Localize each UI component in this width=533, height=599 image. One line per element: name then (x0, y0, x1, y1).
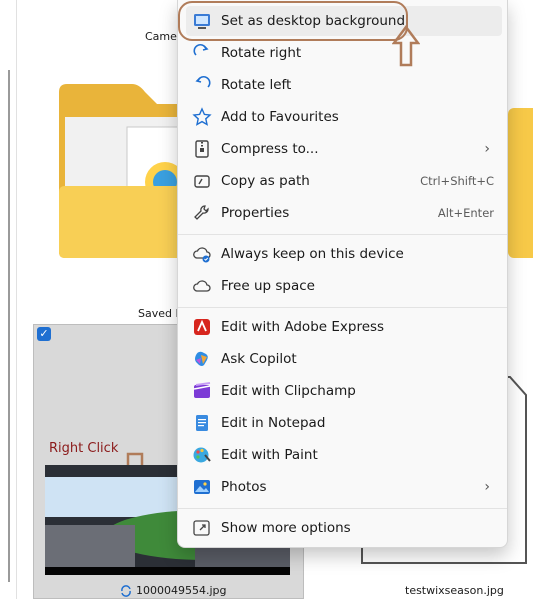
menu-item-free-up-space[interactable]: Free up space (186, 271, 502, 301)
menu-item-properties[interactable]: Properties Alt+Enter (186, 198, 502, 228)
scrollbar[interactable] (8, 70, 10, 582)
menu-item-clipchamp[interactable]: Edit with Clipchamp (186, 376, 502, 406)
menu-item-label: Edit with Paint (221, 447, 318, 463)
menu-item-rotate-right[interactable]: Rotate right (186, 38, 502, 68)
camera-folder-label: Camer (145, 30, 182, 43)
chevron-right-icon: › (484, 141, 490, 157)
clipchamp-icon (193, 382, 211, 398)
folder-icon[interactable] (57, 82, 197, 260)
menu-separator (178, 234, 507, 235)
notepad-icon (196, 415, 208, 431)
menu-item-label: Photos (221, 479, 267, 495)
selected-file-name: 1000049554.jpg (136, 584, 227, 597)
menu-item-paint[interactable]: Edit with Paint (186, 440, 502, 470)
photos-icon (194, 480, 210, 494)
star-icon (192, 107, 212, 126)
document-file-name: testwixseason.jpg (405, 584, 504, 597)
menu-item-adobe-express[interactable]: Edit with Adobe Express (186, 312, 502, 342)
window-border (16, 0, 17, 599)
menu-item-label: Copy as path (221, 173, 310, 189)
menu-item-label: Ask Copilot (221, 351, 297, 367)
copy-path-icon (194, 175, 210, 188)
adobe-icon (194, 319, 210, 335)
chevron-right-icon: › (484, 479, 490, 495)
menu-item-label: Free up space (221, 278, 315, 294)
menu-item-ask-copilot[interactable]: Ask Copilot (186, 344, 502, 374)
menu-item-label: Edit in Notepad (221, 415, 326, 431)
cloud-icon (193, 280, 211, 292)
menu-separator (178, 508, 507, 509)
wrench-icon (194, 205, 209, 220)
menu-item-always-keep[interactable]: Always keep on this device (186, 239, 502, 269)
menu-item-label: Rotate right (221, 45, 302, 61)
up-arrow-annotation-icon (392, 25, 420, 67)
checkbox-checked-icon[interactable]: ✓ (37, 327, 51, 341)
menu-item-photos[interactable]: Photos › (186, 472, 502, 502)
menu-item-add-to-favourites[interactable]: Add to Favourites (186, 102, 502, 132)
shortcut-text: Alt+Enter (437, 206, 494, 220)
menu-item-label: Properties (221, 205, 290, 221)
menu-item-show-more-options[interactable]: Show more options (186, 513, 502, 543)
menu-item-compress-to[interactable]: Compress to... › (186, 134, 502, 164)
saved-folder-label: Saved P (138, 307, 183, 320)
rotate-left-icon (195, 75, 211, 88)
folder-icon-partial[interactable] (508, 108, 533, 258)
zip-icon (195, 140, 209, 158)
menu-item-label: Edit with Clipchamp (221, 383, 356, 399)
annotation-highlight (178, 1, 408, 41)
menu-item-label: Add to Favourites (221, 109, 339, 125)
menu-item-rotate-left[interactable]: Rotate left (186, 70, 502, 100)
menu-item-copy-as-path[interactable]: Copy as path Ctrl+Shift+C (186, 166, 502, 196)
paint-icon (193, 447, 211, 463)
annotation-label: Right Click (49, 441, 119, 456)
menu-item-label: Show more options (221, 520, 351, 536)
menu-separator (178, 307, 507, 308)
menu-item-notepad[interactable]: Edit in Notepad (186, 408, 502, 438)
sync-icon (121, 585, 131, 597)
cloud-keep-icon (193, 247, 211, 263)
menu-item-label: Always keep on this device (221, 246, 404, 262)
copilot-icon (195, 351, 208, 366)
rotate-right-icon (193, 43, 209, 56)
context-menu: Set as desktop background Rotate right R… (177, 0, 508, 548)
menu-item-label: Edit with Adobe Express (221, 319, 385, 335)
menu-item-label: Compress to... (221, 141, 319, 157)
menu-item-label: Rotate left (221, 77, 292, 93)
more-options-icon (193, 520, 210, 536)
shortcut-text: Ctrl+Shift+C (420, 174, 494, 188)
